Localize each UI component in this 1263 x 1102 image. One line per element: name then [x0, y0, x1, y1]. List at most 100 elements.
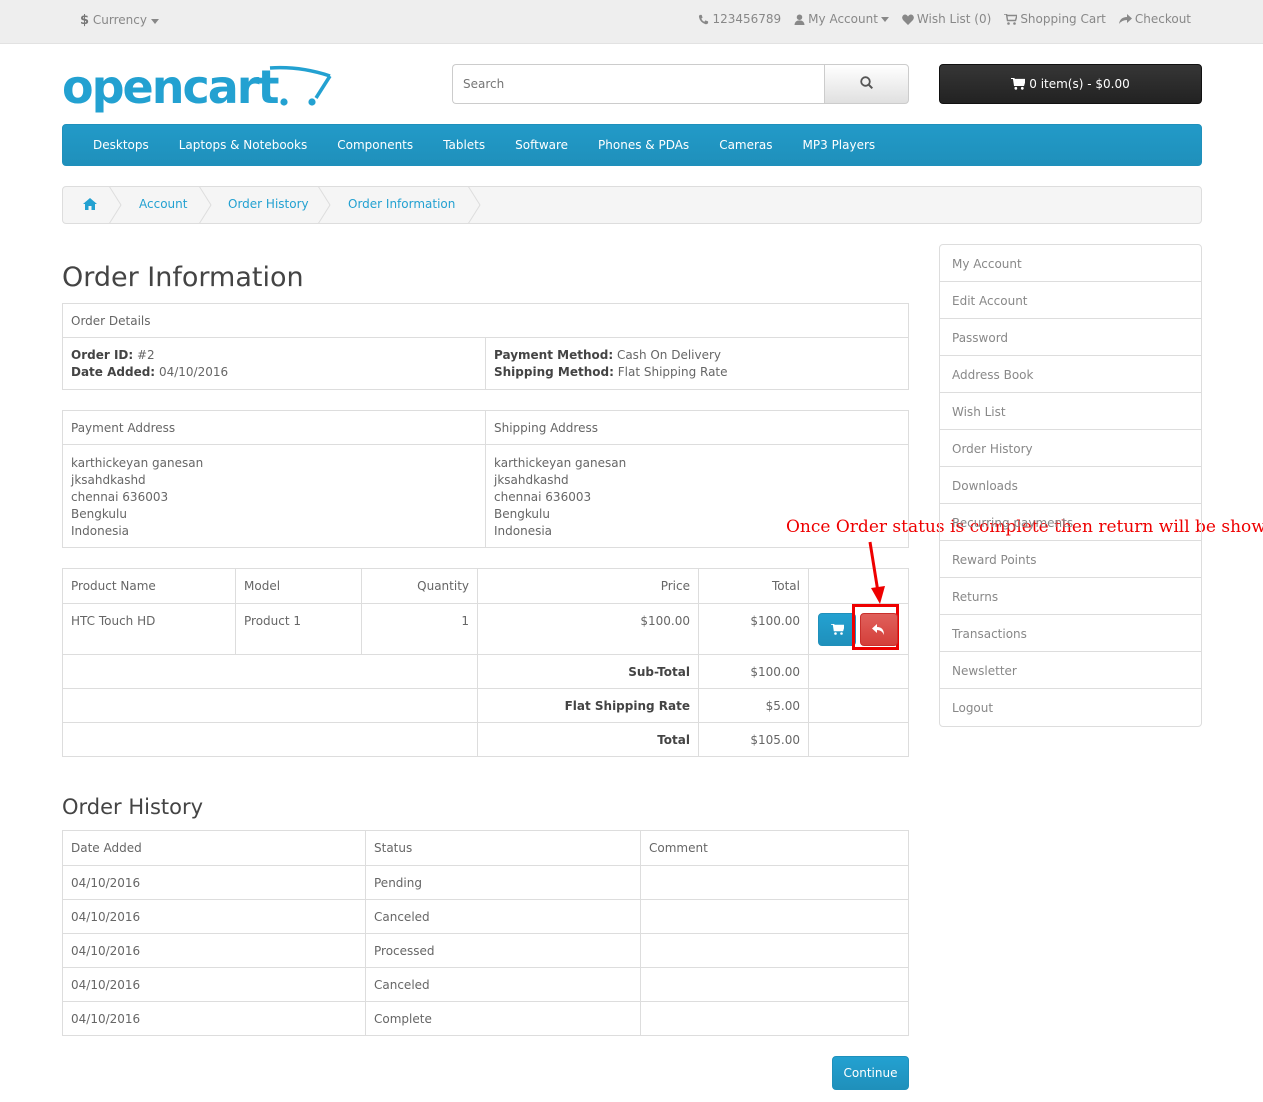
logo-text: opencart: [62, 60, 279, 114]
search-bar: [452, 64, 909, 104]
history-status: Canceled: [365, 967, 641, 1002]
phone-link[interactable]: 123456789: [698, 12, 781, 26]
menu-item-tablets[interactable]: Tablets: [443, 138, 485, 152]
my-account-dropdown[interactable]: My Account: [794, 12, 889, 26]
breadcrumb-separator: [109, 186, 122, 224]
order-id-cell: Order ID: #2 Date Added: 04/10/2016: [62, 337, 486, 390]
empty-cell: [62, 688, 478, 723]
checkout-label: Checkout: [1134, 12, 1191, 26]
sidebar-item-newsletter[interactable]: Newsletter: [940, 652, 1201, 689]
breadcrumb-separator: [318, 186, 331, 224]
reorder-button[interactable]: [818, 613, 856, 646]
breadcrumb-order-history[interactable]: Order History: [228, 197, 309, 211]
opencart-logo[interactable]: opencart: [62, 62, 332, 117]
history-comment: [640, 967, 909, 1002]
sidebar-item-reward-points[interactable]: Reward Points: [940, 541, 1201, 578]
shipping-label-text: Flat Shipping Rate: [564, 699, 690, 713]
address-line: jksahdkashd: [494, 473, 569, 487]
sidebar-item-recurring-payments[interactable]: Recurring payments: [940, 504, 1201, 541]
caret-down-icon: [150, 19, 159, 24]
menu-item-desktops[interactable]: Desktops: [93, 138, 149, 152]
total-label-text: Total: [657, 733, 690, 747]
menu-item-software[interactable]: Software: [515, 138, 568, 152]
phone-icon: [699, 14, 709, 24]
total-value: $105.00: [698, 722, 809, 757]
column-header: Product Name: [62, 568, 236, 604]
currency-dropdown[interactable]: $ Currency: [80, 13, 159, 28]
history-comment: [640, 1001, 909, 1036]
breadcrumb-separator: [468, 186, 481, 224]
empty-cell: [808, 654, 909, 689]
table-row: 04/10/2016 Complete: [62, 1001, 909, 1036]
order-details-table: Order Details Order ID: #2 Date Added: 0…: [62, 303, 909, 390]
breadcrumb-separator: [199, 186, 212, 224]
account-sidebar: My Account Edit Account Password Address…: [939, 244, 1202, 727]
sidebar-item-edit-account[interactable]: Edit Account: [940, 282, 1201, 319]
payment-method-value: Cash On Delivery: [616, 348, 722, 362]
history-status: Complete: [365, 1001, 641, 1036]
home-icon[interactable]: [83, 198, 97, 210]
menu-item-mp3[interactable]: MP3 Players: [803, 138, 876, 152]
shipping-method-value: Flat Shipping Rate: [617, 365, 728, 379]
sidebar-item-address-book[interactable]: Address Book: [940, 356, 1201, 393]
empty-cell: [62, 722, 478, 757]
product-total: $100.00: [698, 603, 809, 655]
cart-button[interactable]: 0 item(s) - $0.00: [939, 64, 1202, 104]
order-id-label: Order ID:: [71, 348, 134, 362]
shopping-cart-link[interactable]: Shopping Cart: [1004, 12, 1106, 26]
search-button[interactable]: [824, 64, 909, 104]
column-header: Total: [698, 568, 809, 604]
table-row: 04/10/2016 Processed: [62, 933, 909, 968]
menu-item-phones[interactable]: Phones & PDAs: [598, 138, 689, 152]
address-line: karthickeyan ganesan: [494, 456, 627, 470]
shipping-label: Flat Shipping Rate: [477, 688, 699, 723]
table-row: 04/10/2016 Canceled: [62, 967, 909, 1002]
wishlist-label: Wish List (0): [916, 12, 992, 26]
order-id-value: #2: [137, 348, 155, 362]
date-added-value: 04/10/2016: [158, 365, 229, 379]
share-icon: [1118, 13, 1132, 24]
my-account-label: My Account: [808, 12, 878, 26]
annotation-arrow: [868, 541, 885, 604]
breadcrumb-account[interactable]: Account: [139, 197, 187, 211]
sidebar-item-returns[interactable]: Returns: [940, 578, 1201, 615]
breadcrumb-order-information[interactable]: Order Information: [348, 197, 455, 211]
actions-header: [808, 568, 909, 604]
menu-item-cameras[interactable]: Cameras: [719, 138, 772, 152]
sidebar-item-wish-list[interactable]: Wish List: [940, 393, 1201, 430]
shipping-address-heading: Shipping Address: [485, 410, 909, 445]
address-line: Bengkulu: [71, 507, 127, 521]
total-label: Total: [477, 722, 699, 757]
sidebar-item-transactions[interactable]: Transactions: [940, 615, 1201, 652]
history-comment: [640, 933, 909, 968]
menu-item-components[interactable]: Components: [337, 138, 413, 152]
search-input[interactable]: [452, 64, 825, 104]
subtotal-label-text: Sub-Total: [628, 665, 690, 679]
order-history-title: Order History: [62, 795, 204, 819]
user-icon: [794, 13, 805, 25]
address-line: jksahdkashd: [71, 473, 146, 487]
continue-button[interactable]: Continue: [832, 1056, 909, 1090]
menu-item-laptops[interactable]: Laptops & Notebooks: [179, 138, 307, 152]
product-name: HTC Touch HD: [62, 603, 236, 655]
payment-method-label: Payment Method:: [494, 348, 614, 362]
empty-cell: [808, 722, 909, 757]
checkout-link[interactable]: Checkout: [1118, 12, 1191, 26]
address-line: Indonesia: [71, 524, 130, 538]
sidebar-item-order-history[interactable]: Order History: [940, 430, 1201, 467]
table-row: 04/10/2016 Pending: [62, 865, 909, 900]
history-date: 04/10/2016: [62, 865, 366, 900]
table-row: HTC Touch HD Product 1 1 $100.00 $100.00: [62, 603, 909, 655]
product-quantity: 1: [361, 603, 478, 655]
main-menu: Desktops Laptops & Notebooks Components …: [62, 124, 1202, 166]
cart-icon: [1004, 13, 1018, 25]
column-header: Date Added: [62, 830, 366, 866]
wishlist-link[interactable]: Wish List (0): [902, 12, 991, 26]
history-comment: [640, 899, 909, 934]
empty-cell: [62, 654, 478, 689]
sidebar-item-my-account[interactable]: My Account: [940, 245, 1201, 282]
sidebar-item-logout[interactable]: Logout: [940, 689, 1201, 726]
sidebar-item-downloads[interactable]: Downloads: [940, 467, 1201, 504]
sidebar-item-password[interactable]: Password: [940, 319, 1201, 356]
return-button[interactable]: [860, 613, 898, 646]
